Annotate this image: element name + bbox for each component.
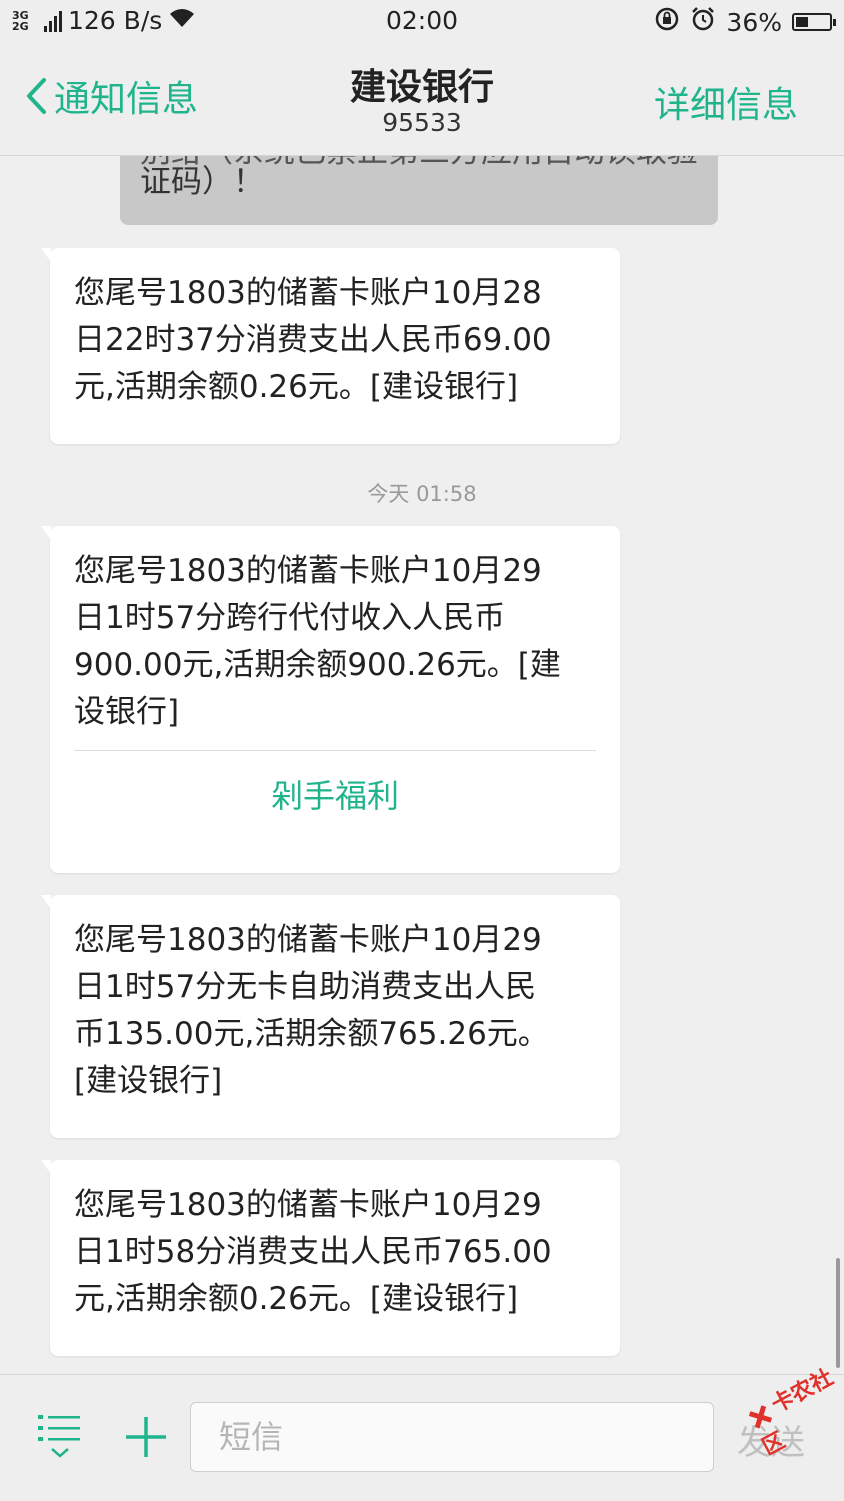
conversation-header: 通知信息 建设银行 95533 详细信息 — [0, 44, 844, 156]
message-line: 您尾号1803的储蓄卡账户10月29 — [74, 922, 542, 958]
status-bar: 3G 2G 126 B/s 02:00 36% — [0, 0, 844, 44]
message-line: [建设银行] — [74, 1063, 223, 1099]
battery-icon — [792, 13, 836, 31]
message-bubble[interactable]: 您尾号1803的储蓄卡账户10月29 日1时58分消费支出人民币765.00 元… — [41, 1160, 620, 1356]
message-line: 元,活期余额0.26元。[建设银行] — [74, 1281, 519, 1317]
message-input[interactable] — [191, 1403, 713, 1471]
message-line: 您尾号1803的储蓄卡账户10月28 — [74, 275, 542, 311]
message-timestamp: 今天 01:58 — [367, 482, 477, 506]
rotation-lock-icon — [654, 6, 680, 38]
message-line: 日1时57分跨行代付收入人民币 — [74, 600, 506, 636]
battery-percent: 36% — [726, 7, 782, 37]
message-line: 币135.00元,活期余额765.26元。 — [74, 1016, 549, 1052]
message-text: 证码）！ — [140, 164, 264, 200]
previous-message-bubble: 别给（系统已禁止第三方应用自动读取验 证码）！ — [120, 156, 718, 225]
message-bubble[interactable]: 您尾号1803的储蓄卡账户10月29 日1时57分跨行代付收入人民币 900.0… — [41, 526, 620, 873]
message-line: 日1时57分无卡自助消费支出人民 — [74, 969, 537, 1005]
scrollbar[interactable] — [836, 1258, 840, 1368]
message-line: 日1时58分消费支出人民币765.00 — [74, 1234, 552, 1270]
bubble-tail — [41, 526, 51, 540]
detail-button[interactable]: 详细信息 — [654, 76, 798, 128]
message-line: 您尾号1803的储蓄卡账户10月29 — [74, 1187, 542, 1223]
message-line: 元,活期余额0.26元。[建设银行] — [74, 369, 519, 405]
composer-bar: 发送 — [0, 1374, 844, 1501]
message-input-box[interactable] — [190, 1402, 714, 1472]
message-bubble[interactable]: 您尾号1803的储蓄卡账户10月28 日22时37分消费支出人民币69.00 元… — [41, 248, 620, 444]
status-right: 36% — [654, 6, 836, 38]
message-line: 日22时37分消费支出人民币69.00 — [74, 322, 552, 358]
message-line: 设银行] — [74, 694, 180, 730]
alarm-icon — [690, 6, 716, 38]
plus-icon[interactable] — [124, 1415, 168, 1463]
bubble-tail — [41, 895, 51, 909]
bubble-tail — [41, 248, 51, 262]
message-bubble[interactable]: 您尾号1803的储蓄卡账户10月29 日1时57分无卡自助消费支出人民 币135… — [41, 895, 620, 1138]
promo-link-button[interactable]: 剁手福利 — [74, 751, 596, 820]
bubble-tail — [41, 1160, 51, 1174]
menu-icon[interactable] — [38, 1413, 82, 1463]
message-list[interactable]: 别给（系统已禁止第三方应用自动读取验 证码）！ 您尾号1803的储蓄卡账户10月… — [0, 156, 844, 1374]
message-line: 您尾号1803的储蓄卡账户10月29 — [74, 553, 542, 589]
battery-level — [796, 17, 808, 27]
message-line: 900.00元,活期余额900.26元。[建 — [74, 647, 561, 683]
